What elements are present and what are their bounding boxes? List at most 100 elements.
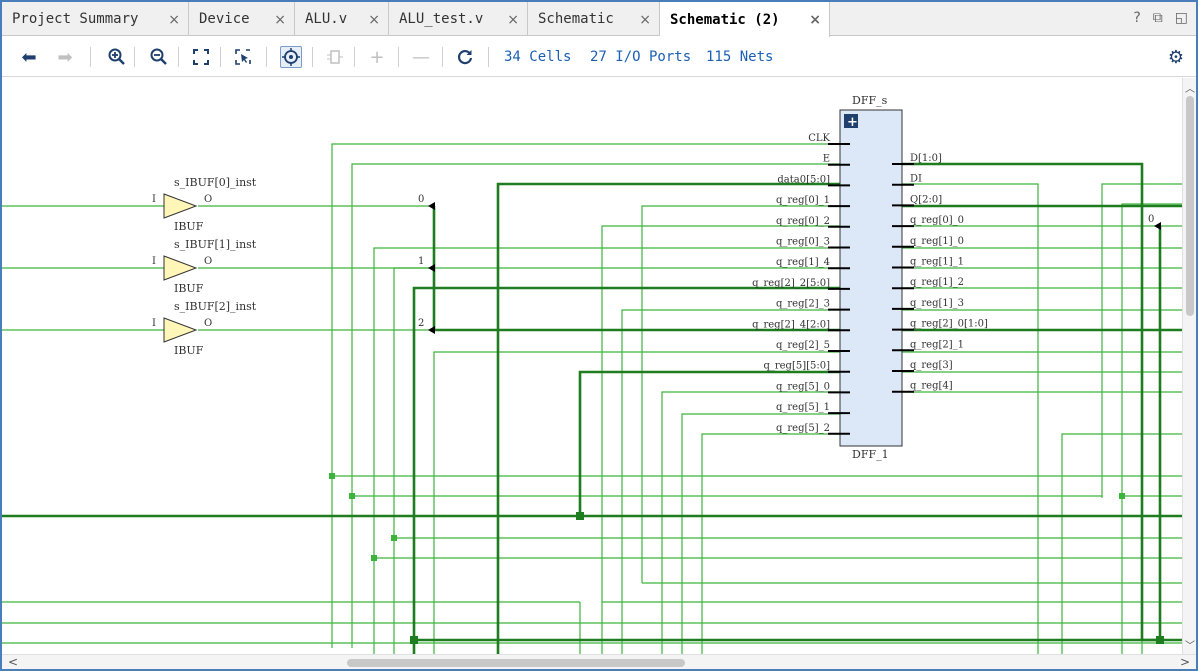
cell-left-pin-label: q_reg[5]_1 <box>776 402 830 413</box>
autofit-target-icon[interactable] <box>280 46 302 68</box>
cell-left-pin-label: q_reg[1]_4 <box>776 257 830 268</box>
scroll-down-icon[interactable]: ﹀ <box>1185 637 1195 652</box>
tab-label: ALU.v <box>305 11 348 27</box>
tab-bar: Project Summary × Device × ALU.v × ALU_t… <box>2 2 1196 37</box>
cell-left-pin-label: q_reg[5]_2 <box>776 423 830 434</box>
bus-tap-2: 2 <box>418 318 424 329</box>
close-icon[interactable]: × <box>274 12 286 28</box>
tab-project-summary[interactable]: Project Summary × <box>2 2 189 36</box>
close-icon[interactable]: × <box>507 12 519 28</box>
tab-label: Schematic (2) <box>670 11 780 28</box>
cell-view-icon[interactable] <box>324 46 346 68</box>
tab-alu-v[interactable]: ALU.v × <box>295 2 389 36</box>
ibuf-0-out-pin: O <box>204 194 212 205</box>
dff-cell[interactable]: DFF_s DFF_1 + CLK Edata0[5:0] q_reg[0]_1 q_… <box>752 94 988 461</box>
cell-right-pin-label: D[1:0] <box>910 153 942 164</box>
tab-device[interactable]: Device × <box>189 2 295 36</box>
cell-left-pin-label: q_reg[2]_4[2:0] <box>752 319 830 330</box>
cell-right-pin-label: q_reg[1]_0 <box>910 236 964 247</box>
close-icon[interactable]: × <box>168 12 180 28</box>
cell-right-pin-label: q_reg[3] <box>910 360 953 371</box>
bus-tap-1: 1 <box>418 256 424 267</box>
zoom-out-icon[interactable] <box>148 46 170 68</box>
vertical-scrollbar[interactable]: ︿ ﹀ <box>1182 78 1196 654</box>
tab-alu-test-v[interactable]: ALU_test.v × <box>389 2 528 36</box>
cell-left-pin-label: q_reg[5][5:0] <box>763 361 830 372</box>
ibuf-2-in-pin: I <box>152 318 156 329</box>
refresh-icon[interactable] <box>454 46 476 68</box>
close-icon[interactable]: × <box>368 12 380 28</box>
back-arrow-icon[interactable]: ⬅ <box>18 46 40 68</box>
cell-right-pin-label: q_reg[4] <box>910 381 953 392</box>
cell-left-pin-label: q_reg[2]_2[5:0] <box>752 278 830 289</box>
ibuf-1-in-pin: I <box>152 256 156 267</box>
horizontal-scrollbar[interactable]: < > <box>2 654 1196 669</box>
ibuf-2[interactable]: s_IBUF[2]_inst I O IBUF <box>152 300 257 357</box>
scroll-up-icon[interactable]: ︿ <box>1185 80 1195 95</box>
schematic-toolbar: ⬅ ➡ + — 34 Cells 27 I/O Ports 115 Nets ⚙ <box>2 37 1196 77</box>
tab-schematic[interactable]: Schematic × <box>528 2 660 36</box>
zoom-selection-icon[interactable] <box>232 46 254 68</box>
cell-left-pin-label: data0[5:0] <box>777 174 830 185</box>
nets-count-link[interactable]: 115 Nets <box>706 49 773 65</box>
vertical-scroll-thumb[interactable] <box>1186 96 1194 316</box>
scroll-left-icon[interactable]: < <box>8 655 18 669</box>
cell-right-pin-label: q_reg[1]_3 <box>910 298 964 309</box>
ibuf-0[interactable]: s_IBUF[0]_inst I O IBUF <box>152 176 257 233</box>
io-ports-count-link[interactable]: 27 I/O Ports <box>590 49 691 65</box>
close-icon[interactable]: × <box>809 12 821 28</box>
schematic-drawing[interactable]: 0 1 2 0 s_IBUF[0]_inst I O IBUF s_IBUF[1… <box>2 78 1182 654</box>
cell-top-label: DFF_s <box>852 94 888 107</box>
fit-view-icon[interactable] <box>190 46 212 68</box>
cell-left-pin-label: CLK <box>808 133 830 144</box>
ibuf-2-type: IBUF <box>174 344 204 357</box>
ibuf-2-out-pin: O <box>204 318 212 329</box>
ibuf-1-type: IBUF <box>174 282 204 295</box>
ibuf-0-type: IBUF <box>174 220 204 233</box>
cell-left-pin-label: q_reg[0]_1 <box>776 195 830 206</box>
cell-right-pin-label: q_reg[1]_2 <box>910 277 964 288</box>
cell-left-pin-label: q_reg[2]_5 <box>776 340 830 351</box>
ibuf-0-name: s_IBUF[0]_inst <box>174 176 257 189</box>
gear-icon[interactable]: ⚙ <box>1168 47 1184 68</box>
expand-cell-glyph: + <box>847 115 858 130</box>
forward-arrow-icon[interactable]: ➡ <box>54 46 76 68</box>
close-icon[interactable]: × <box>639 12 651 28</box>
ibuf-1-name: s_IBUF[1]_inst <box>174 238 257 251</box>
cell-left-pin-label: q_reg[2]_3 <box>776 299 830 310</box>
schematic-window: Project Summary × Device × ALU.v × ALU_t… <box>0 0 1198 671</box>
cells-count-link[interactable]: 34 Cells <box>504 49 571 65</box>
restore-icon[interactable]: ⧉ <box>1153 10 1163 26</box>
bus-tap-0: 0 <box>418 194 424 205</box>
window-controls: ? ⧉ ◱ <box>1133 10 1188 26</box>
cell-right-pin-label: Q[2:0] <box>910 194 942 205</box>
help-icon[interactable]: ? <box>1133 10 1140 26</box>
cell-right-pin-label: DI <box>910 174 922 185</box>
ibuf-2-name: s_IBUF[2]_inst <box>174 300 257 313</box>
ibuf-1-out-pin: O <box>204 256 212 267</box>
cell-right-pin-label: q_reg[1]_1 <box>910 257 964 268</box>
float-icon[interactable]: ◱ <box>1175 10 1188 26</box>
schematic-canvas[interactable]: 0 1 2 0 s_IBUF[0]_inst I O IBUF s_IBUF[1… <box>2 78 1182 654</box>
cell-right-pin-label: q_reg[2]_1 <box>910 339 964 350</box>
tab-label: ALU_test.v <box>399 11 484 27</box>
bus-tap-right: 0 <box>1148 214 1154 225</box>
tab-label: Device <box>199 11 250 27</box>
collapse-minus-icon[interactable]: — <box>410 46 432 68</box>
tab-schematic-2[interactable]: Schematic (2) × <box>660 2 830 37</box>
cell-left-pin-label: q_reg[5]_0 <box>776 381 830 392</box>
cell-bottom-label: DFF_1 <box>852 448 889 461</box>
tab-label: Project Summary <box>12 11 139 27</box>
cell-right-pin-label: q_reg[2]_0[1:0] <box>910 319 988 330</box>
ibuf-0-in-pin: I <box>152 194 156 205</box>
cell-left-pin-label: q_reg[0]_2 <box>776 216 830 227</box>
horizontal-scroll-thumb[interactable] <box>347 659 685 667</box>
scroll-right-icon[interactable]: > <box>1180 655 1190 669</box>
expand-plus-icon[interactable]: + <box>366 46 388 68</box>
ibuf-1[interactable]: s_IBUF[1]_inst I O IBUF <box>152 238 257 295</box>
zoom-in-icon[interactable] <box>106 46 128 68</box>
cell-left-pin-label: q_reg[0]_3 <box>776 237 830 248</box>
cell-right-pin-label: q_reg[0]_0 <box>910 215 964 226</box>
cell-left-pin-label: E <box>823 154 830 165</box>
tab-label: Schematic <box>538 11 614 27</box>
